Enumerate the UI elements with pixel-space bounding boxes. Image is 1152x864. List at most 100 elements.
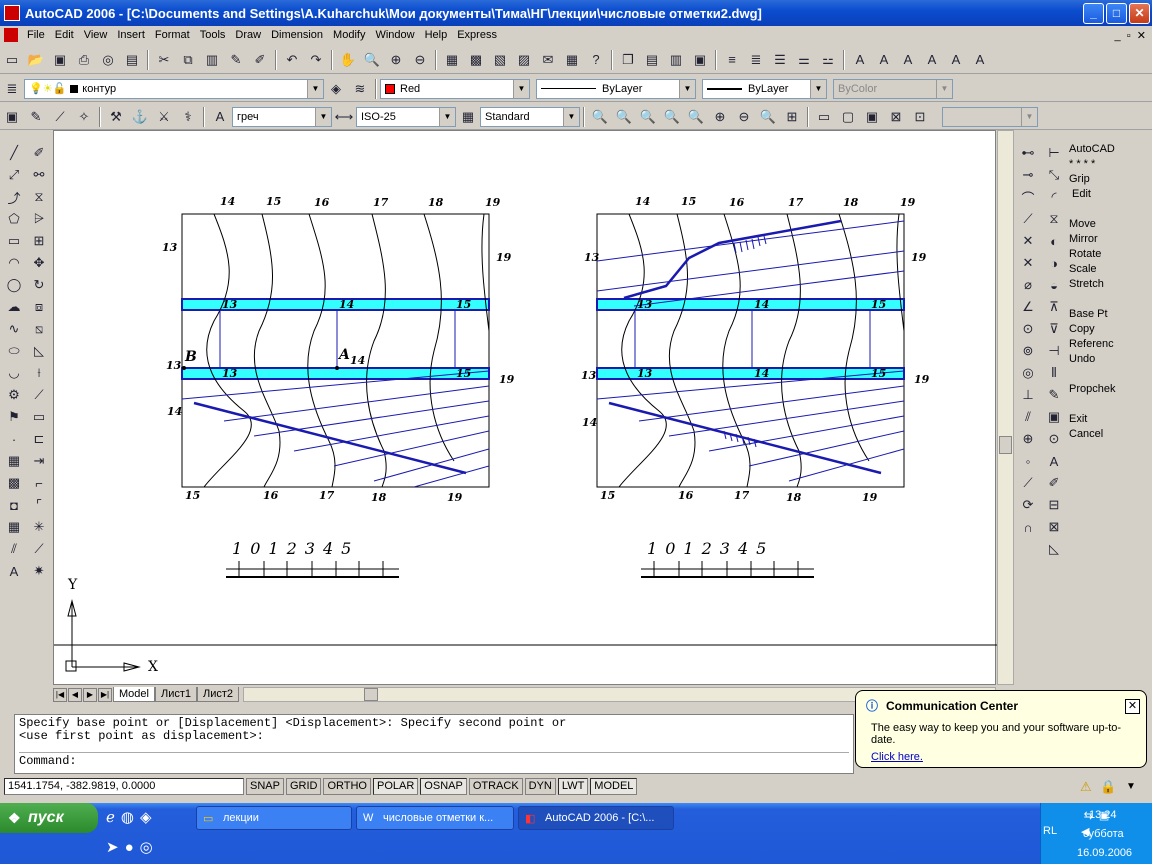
redo-icon[interactable]: ↷ (305, 49, 327, 71)
chamfer-icon[interactable]: ⌐ (28, 473, 50, 493)
viewport2-icon[interactable]: ▢ (837, 106, 859, 128)
dim-r-icon[interactable]: ◐ (1043, 231, 1065, 251)
menu-dimension[interactable]: Dimension (266, 29, 328, 41)
screen-menu-item[interactable]: Rotate (1066, 247, 1152, 262)
insert-block-icon[interactable]: ⚙ (3, 385, 25, 405)
design-center-icon[interactable]: ▩ (465, 49, 487, 71)
tolerance-icon[interactable]: ⫽ (1017, 407, 1039, 427)
menu-tools[interactable]: Tools (195, 29, 231, 41)
screen-menu-item[interactable]: Stretch (1066, 277, 1152, 292)
table-style-icon[interactable]: ▦ (457, 106, 479, 128)
dim-text-edit-icon[interactable]: ⟋ (1017, 473, 1039, 493)
break-point-icon[interactable]: ▭ (28, 407, 50, 427)
dim-edit-icon[interactable]: ◦ (1017, 451, 1039, 471)
burst-icon[interactable]: ✷ (28, 561, 50, 581)
text-explode-icon[interactable]: A (969, 49, 991, 71)
stretch-icon[interactable]: ⧅ (28, 319, 50, 339)
zoom-in-icon[interactable]: ⊕ (709, 106, 731, 128)
dim-mirror-icon[interactable]: ⧖ (1043, 209, 1065, 229)
menu-insert[interactable]: Insert (112, 29, 150, 41)
array-icon[interactable]: ⊞ (28, 231, 50, 251)
mline-icon[interactable]: ⫽ (3, 539, 25, 559)
minimize-button[interactable]: _ (1083, 3, 1104, 24)
vertical-scrollbar[interactable] (997, 130, 1014, 685)
color-combo[interactable]: Red ▼ (380, 78, 530, 99)
lengthen-icon[interactable]: ◺ (28, 341, 50, 361)
help-icon[interactable]: ? (585, 49, 607, 71)
pan-icon[interactable]: ✋ (337, 49, 359, 71)
layer-walk-icon[interactable]: ≣ (745, 49, 767, 71)
osnap-mid-icon[interactable]: ⚓ (129, 106, 151, 128)
zoom-extents-icon[interactable]: ⊞ (781, 106, 803, 128)
dim-n-icon[interactable]: ◺ (1043, 539, 1065, 559)
circle-icon[interactable]: ◯ (3, 275, 25, 295)
menu-modify[interactable]: Modify (328, 29, 370, 41)
qleader-icon[interactable]: ⊥ (1017, 385, 1039, 405)
copy-object-icon[interactable]: ⚯ (28, 165, 50, 185)
zoom-scale-icon[interactable]: 🔍 (637, 106, 659, 128)
hscroll-thumb[interactable] (364, 688, 379, 701)
task-autocad[interactable]: ◧ AutoCAD 2006 - [C:\... (518, 806, 674, 830)
xline-icon[interactable]: ⤢ (3, 165, 25, 185)
text-edit-icon[interactable]: A (873, 49, 895, 71)
screen-menu-item[interactable]: Scale (1066, 262, 1152, 277)
lineweight-combo[interactable]: ByLayer ▼ (702, 78, 827, 99)
osnap-endpoint-icon[interactable]: ⚒ (105, 106, 127, 128)
line-icon[interactable]: ╱ (3, 143, 25, 163)
status-menu-icon[interactable]: ▼ (1126, 781, 1136, 792)
plot-icon[interactable]: ⎙ (73, 49, 95, 71)
screen-menu-item[interactable]: Move (1066, 217, 1152, 232)
extend-icon[interactable]: ⟋ (28, 385, 50, 405)
dim-update-icon[interactable]: ⟳ (1017, 495, 1039, 515)
grid-toggle[interactable]: GRID (285, 778, 322, 795)
dim-c-icon[interactable]: ⊽ (1043, 319, 1065, 339)
screen-menu-item[interactable]: Referenc (1066, 337, 1152, 352)
linetype-combo[interactable]: ByLayer ▼ (536, 78, 696, 99)
snap-toggle[interactable]: SNAP (246, 778, 284, 795)
text-icon[interactable]: A (849, 49, 871, 71)
lock-toolbar-icon[interactable]: 🔒 (1100, 779, 1116, 795)
screen-menu-item[interactable]: Undo (1066, 352, 1152, 367)
dim-linear-icon[interactable]: ⊷ (1017, 143, 1039, 163)
menu-express[interactable]: Express (452, 29, 502, 41)
undo-icon[interactable]: ↶ (281, 49, 303, 71)
erase-icon[interactable]: ✐ (28, 143, 50, 163)
open-icon[interactable]: 📂 (25, 49, 47, 71)
next-tab-button[interactable]: ▶ (83, 687, 97, 702)
dim-f-icon[interactable]: ✎ (1043, 385, 1065, 405)
menu-help[interactable]: Help (420, 29, 453, 41)
language-indicator[interactable]: RL (1043, 825, 1057, 837)
region-icon[interactable]: ◘ (3, 495, 25, 515)
pedit-icon[interactable]: ⟋ (49, 106, 71, 128)
media-icon[interactable]: ◈ (140, 809, 158, 826)
task-word[interactable]: W числовые отметки к... (356, 806, 514, 830)
scroll-thumb[interactable] (999, 436, 1012, 454)
viewport3-icon[interactable]: ▣ (861, 106, 883, 128)
menu-view[interactable]: View (79, 29, 113, 41)
dim-k-icon[interactable]: ✐ (1043, 473, 1065, 493)
screen-menu-item[interactable]: Mirror (1066, 232, 1152, 247)
revcloud-icon[interactable]: ☁ (3, 297, 25, 317)
edit-icon[interactable]: ✎ (25, 106, 47, 128)
dim-arc-icon[interactable]: ⌒ (1017, 187, 1039, 207)
zoom-out-icon[interactable]: ⊖ (733, 106, 755, 128)
dim-e-icon[interactable]: ⫴ (1043, 363, 1065, 383)
hatch-icon[interactable]: ▦ (3, 451, 25, 471)
zoom-dynamic-icon[interactable]: 🔍 (613, 106, 635, 128)
divide-icon[interactable]: ⟋ (28, 539, 50, 559)
screen-menu-item[interactable]: Exit (1066, 412, 1152, 427)
dim-a-icon[interactable]: ⤡ (1043, 165, 1065, 185)
last-tab-button[interactable]: ▶| (98, 687, 112, 702)
preview-icon[interactable]: ◎ (97, 49, 119, 71)
tool-palettes-icon[interactable]: ▧ (489, 49, 511, 71)
viewport4-icon[interactable]: ⊠ (885, 106, 907, 128)
dim-radius-icon[interactable]: ✕ (1017, 231, 1039, 251)
coordinate-readout[interactable]: 1541.1754, -382.9819, 0.0000 (4, 778, 244, 795)
rotate-icon[interactable]: ↻ (28, 275, 50, 295)
zoom-realtime-icon[interactable]: 🔍 (361, 49, 383, 71)
paste-icon[interactable]: ▥ (201, 49, 223, 71)
layer-match-icon[interactable]: ⚍ (817, 49, 839, 71)
center-mark-icon[interactable]: ⊕ (1017, 429, 1039, 449)
model-toggle[interactable]: MODEL (590, 778, 638, 795)
dim-m-icon[interactable]: ⊠ (1043, 517, 1065, 537)
